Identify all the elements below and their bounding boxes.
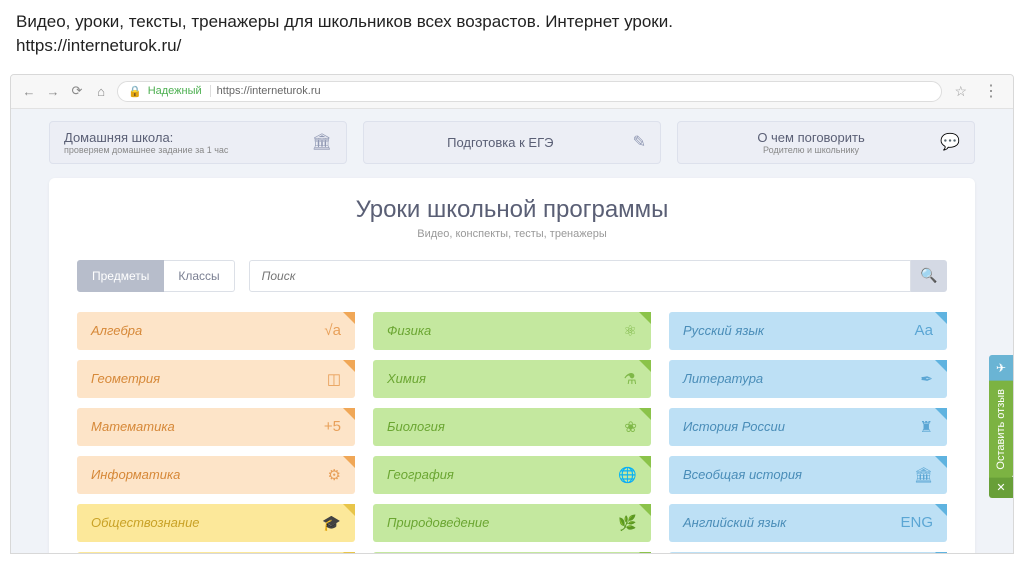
promo-ege[interactable]: Подготовка к ЕГЭ ✎ bbox=[363, 121, 661, 164]
controls-row: Предметы Классы 🔍 bbox=[77, 260, 947, 292]
subject-icon: +5 bbox=[324, 418, 341, 435]
promo-title: О чем поговорить bbox=[692, 130, 930, 145]
feedback-widget[interactable]: ✈ Оставить отзыв ✕ bbox=[989, 355, 1013, 499]
back-icon[interactable]: ← bbox=[21, 83, 37, 99]
search-input[interactable] bbox=[249, 260, 911, 292]
subject-label: Английский язык bbox=[683, 515, 786, 530]
subject-русский-язык[interactable]: Русский язык Аа bbox=[669, 312, 947, 350]
subject-icon: 🌐 bbox=[618, 466, 637, 484]
url-text: https://interneturok.ru bbox=[217, 85, 321, 97]
promo-title: Домашняя школа: bbox=[64, 130, 228, 145]
subject-чтение[interactable]: Чтение📖 bbox=[669, 552, 947, 554]
main-card: Уроки школьной программы Видео, конспект… bbox=[49, 178, 975, 554]
tab-classes[interactable]: Классы bbox=[164, 260, 234, 292]
browser-toolbar: ← → ⟳ ⌂ 🔒 Надежный https://interneturok.… bbox=[11, 75, 1013, 109]
subject-icon: 🌿 bbox=[618, 514, 637, 532]
subject-icon: ⚗ bbox=[624, 370, 637, 388]
subject-label: Обществознание bbox=[91, 515, 200, 530]
subject-label: Информатика bbox=[91, 467, 180, 482]
subject-обж[interactable]: ОБЖ⛑ bbox=[77, 552, 355, 554]
subject-физика[interactable]: Физика ⚛ bbox=[373, 312, 651, 350]
subject-химия[interactable]: Химия ⚗ bbox=[373, 360, 651, 398]
page-title: Уроки школьной программы bbox=[77, 196, 947, 224]
subject-label: Всеобщая история bbox=[683, 467, 802, 482]
bookmark-icon[interactable]: ☆ bbox=[954, 83, 967, 100]
feedback-label[interactable]: Оставить отзыв bbox=[989, 381, 1013, 478]
promo-talk[interactable]: О чем поговорить Родителю и школьнику 💬 bbox=[677, 121, 975, 164]
subject-label: Химия bbox=[387, 371, 426, 386]
search-box: 🔍 bbox=[249, 260, 947, 292]
forward-icon[interactable]: → bbox=[45, 83, 61, 99]
page-content: Домашняя школа: проверяем домашнее задан… bbox=[11, 109, 1013, 554]
subject-label: Физика bbox=[387, 323, 431, 338]
menu-icon[interactable]: ⋮ bbox=[979, 81, 1003, 101]
subject-геометрия[interactable]: Геометрия ◫ bbox=[77, 360, 355, 398]
subject-icon: √a bbox=[324, 322, 341, 339]
subject-биология[interactable]: Биология ❀ bbox=[373, 408, 651, 446]
search-icon: 🔍 bbox=[920, 267, 937, 284]
promo-bars: Домашняя школа: проверяем домашнее задан… bbox=[49, 121, 975, 164]
promo-title: Подготовка к ЕГЭ bbox=[378, 135, 623, 150]
subject-icon: 🎓 bbox=[322, 514, 341, 532]
url-bar[interactable]: 🔒 Надежный https://interneturok.ru bbox=[117, 81, 942, 102]
reload-icon[interactable]: ⟳ bbox=[69, 83, 85, 99]
subject-label: История России bbox=[683, 419, 785, 434]
subject-icon: ◫ bbox=[327, 370, 341, 388]
promo-sub: Родителю и школьнику bbox=[692, 145, 930, 155]
subject-математика[interactable]: Математика +5 bbox=[77, 408, 355, 446]
subject-история-россии[interactable]: История России ♜ bbox=[669, 408, 947, 446]
subject-информатика[interactable]: Информатика ⚙ bbox=[77, 456, 355, 494]
subject-английский-язык[interactable]: Английский язык ENG bbox=[669, 504, 947, 542]
subject-label: Математика bbox=[91, 419, 175, 434]
caption-line2: https://interneturok.ru/ bbox=[16, 34, 1008, 58]
view-tabs: Предметы Классы bbox=[77, 260, 235, 292]
subject-icon: ⚛ bbox=[624, 322, 637, 340]
lock-icon: 🔒 bbox=[128, 85, 142, 98]
subject-обществознание[interactable]: Обществознание 🎓 bbox=[77, 504, 355, 542]
subject-icon: ❀ bbox=[624, 418, 637, 436]
tab-subjects[interactable]: Предметы bbox=[77, 260, 164, 292]
promo-sub: проверяем домашнее задание за 1 час bbox=[64, 145, 228, 155]
subject-label: Биология bbox=[387, 419, 445, 434]
slide-caption: Видео, уроки, тексты, тренажеры для школ… bbox=[0, 0, 1024, 68]
close-icon[interactable]: ✕ bbox=[989, 477, 1013, 498]
subject-label: Природоведение bbox=[387, 515, 489, 530]
caption-line1: Видео, уроки, тексты, тренажеры для школ… bbox=[16, 10, 1008, 34]
subject-icon: ⚙ bbox=[328, 466, 341, 484]
school-icon: 🏛 bbox=[312, 132, 332, 152]
subject-label: География bbox=[387, 467, 454, 482]
page-subtitle: Видео, конспекты, тесты, тренажеры bbox=[77, 228, 947, 240]
chat-icon: 💬 bbox=[940, 132, 960, 152]
edit-icon: ✎ bbox=[633, 132, 646, 152]
subject-label: Алгебра bbox=[91, 323, 142, 338]
secure-label: Надежный bbox=[148, 85, 211, 97]
subject-всеобщая-история[interactable]: Всеобщая история 🏛 bbox=[669, 456, 947, 494]
subject-icon: ♜ bbox=[920, 418, 933, 436]
send-icon[interactable]: ✈ bbox=[989, 355, 1013, 381]
home-icon[interactable]: ⌂ bbox=[93, 83, 109, 99]
subject-icon: ✒ bbox=[920, 370, 933, 388]
subject-label: Русский язык bbox=[683, 323, 764, 338]
search-button[interactable]: 🔍 bbox=[911, 260, 947, 292]
subject-литература[interactable]: Литература ✒ bbox=[669, 360, 947, 398]
subject-icon: 🏛 bbox=[914, 466, 933, 484]
browser-window: ← → ⟳ ⌂ 🔒 Надежный https://interneturok.… bbox=[10, 74, 1014, 554]
subject-icon: ENG bbox=[900, 514, 933, 531]
subject-природоведение[interactable]: Природоведение 🌿 bbox=[373, 504, 651, 542]
subject-label: Литература bbox=[683, 371, 763, 386]
subject-алгебра[interactable]: Алгебра √a bbox=[77, 312, 355, 350]
subject-icon: Аа bbox=[914, 322, 933, 339]
promo-home-school[interactable]: Домашняя школа: проверяем домашнее задан… bbox=[49, 121, 347, 164]
subjects-grid: Алгебра √a Физика ⚛ Русский язык Аа Геометрия ◫… bbox=[77, 312, 947, 554]
subject-label: Геометрия bbox=[91, 371, 160, 386]
subject-география[interactable]: География 🌐 bbox=[373, 456, 651, 494]
subject-окружающий-мир[interactable]: Окружающий мир🌍 bbox=[373, 552, 651, 554]
